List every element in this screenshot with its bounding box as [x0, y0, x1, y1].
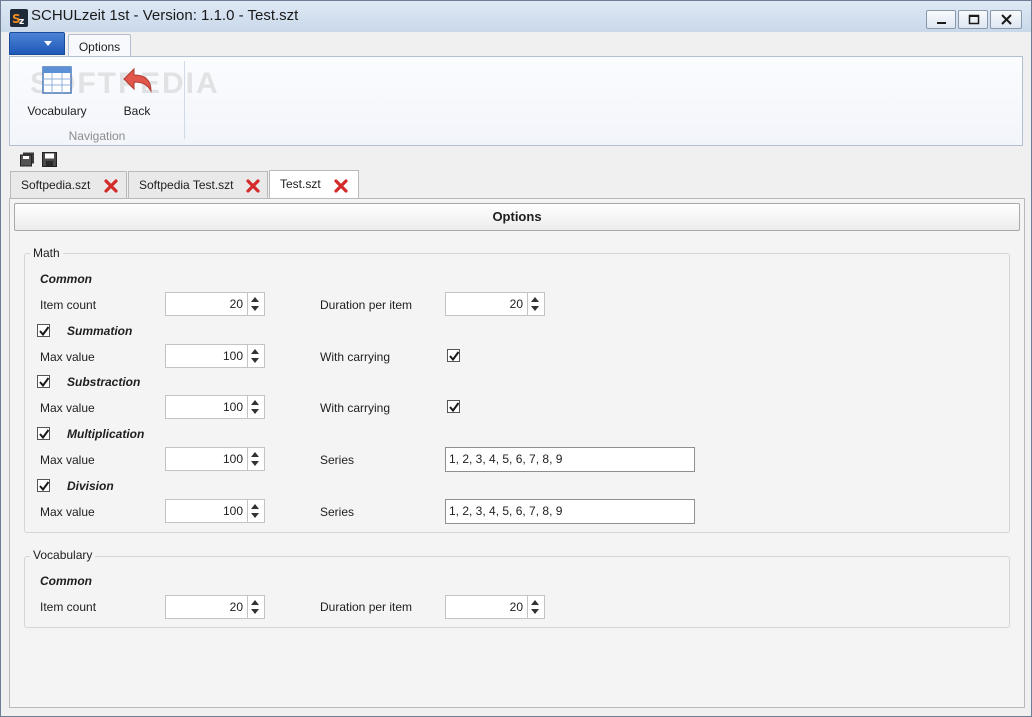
max-value-label: Max value [40, 350, 95, 364]
max-value-label: Max value [40, 401, 95, 415]
spin-down-icon[interactable] [251, 513, 259, 518]
save-all-icon[interactable] [20, 152, 35, 167]
multiplication-series-input[interactable]: 1, 2, 3, 4, 5, 6, 7, 8, 9 [445, 447, 695, 472]
spin-down-icon[interactable] [251, 461, 259, 466]
table-icon [42, 66, 72, 94]
back-button[interactable]: Back [106, 63, 168, 119]
doc-tab-label: Softpedia.szt [21, 178, 91, 192]
options-header[interactable]: Options [14, 203, 1020, 231]
doc-tab-softpedia[interactable]: Softpedia.szt [10, 171, 127, 199]
group-separator [184, 61, 185, 139]
checkmark-icon [39, 377, 50, 388]
with-carrying-label: With carrying [320, 350, 391, 364]
close-tab-icon[interactable] [103, 178, 119, 194]
math-common-title: Common [40, 272, 92, 286]
spin-down-icon[interactable] [531, 306, 539, 311]
division-title: Division [67, 479, 114, 493]
doc-tab-label: Test.szt [280, 177, 321, 191]
checkmark-icon [39, 326, 50, 337]
minimize-button[interactable] [926, 10, 956, 29]
math-duration-spinner[interactable]: 20 [445, 292, 545, 316]
spin-up-icon[interactable] [251, 297, 259, 302]
vocabulary-button[interactable]: Vocabulary [24, 63, 90, 119]
svg-text:z: z [19, 17, 24, 27]
sz-logo-icon: S z [10, 9, 28, 27]
vocabulary-item-count-spinner[interactable]: 20 [165, 595, 265, 619]
save-icon[interactable] [42, 152, 57, 167]
close-tab-icon[interactable] [245, 178, 261, 194]
vocabulary-duration-spinner[interactable]: 20 [445, 595, 545, 619]
spin-down-icon[interactable] [251, 306, 259, 311]
spin-down-icon[interactable] [251, 609, 259, 614]
multiplication-title: Multiplication [67, 427, 145, 441]
dropdown-arrow-icon [44, 41, 52, 46]
doc-tab-label: Softpedia Test.szt [139, 178, 234, 192]
duration-label: Duration per item [320, 298, 413, 312]
max-value-label: Max value [40, 453, 95, 467]
maximize-icon [968, 14, 980, 25]
spin-up-icon[interactable] [251, 400, 259, 405]
substraction-max-spinner[interactable]: 100 [165, 395, 265, 419]
title-bar: S z SCHULzeit 1st - Version: 1.1.0 - Tes… [1, 1, 1031, 32]
back-button-label: Back [123, 104, 151, 118]
vocabulary-button-label: Vocabulary [27, 104, 87, 118]
undo-arrow-icon [123, 67, 152, 93]
vocabulary-common-title: Common [40, 574, 92, 588]
series-label: Series [320, 505, 355, 519]
window-title: SCHULzeit 1st - Version: 1.1.0 - Test.sz… [31, 7, 299, 24]
doc-tab-test[interactable]: Test.szt [269, 170, 359, 200]
substraction-carry-checkbox[interactable] [447, 400, 460, 413]
series-label: Series [320, 453, 355, 467]
math-item-count-spinner[interactable]: 20 [165, 292, 265, 316]
app-window: S z SCHULzeit 1st - Version: 1.1.0 - Tes… [0, 0, 1032, 717]
spin-up-icon[interactable] [251, 600, 259, 605]
close-tab-icon[interactable] [333, 178, 349, 194]
item-count-label: Item count [40, 298, 97, 312]
division-max-spinner[interactable]: 100 [165, 499, 265, 523]
minimize-icon [937, 22, 946, 24]
substraction-title: Substraction [67, 375, 141, 389]
checkmark-icon [449, 402, 460, 413]
max-value-label: Max value [40, 505, 95, 519]
math-section-label: Math [30, 246, 63, 260]
with-carrying-label: With carrying [320, 401, 391, 415]
item-count-label: Item count [40, 600, 97, 614]
summation-title: Summation [67, 324, 133, 338]
application-menu-button[interactable] [9, 32, 65, 55]
division-checkbox[interactable] [37, 479, 50, 492]
checkmark-icon [449, 351, 460, 362]
multiplication-max-spinner[interactable]: 100 [165, 447, 265, 471]
spin-down-icon[interactable] [251, 358, 259, 363]
checkmark-icon [39, 429, 50, 440]
spin-up-icon[interactable] [251, 504, 259, 509]
spin-up-icon[interactable] [251, 349, 259, 354]
ribbon-panel: SOFTPEDIA Vocabulary Back Navigation [9, 56, 1023, 146]
duration-label: Duration per item [320, 600, 413, 614]
maximize-button[interactable] [958, 10, 988, 29]
summation-checkbox[interactable] [37, 324, 50, 337]
summation-max-spinner[interactable]: 100 [165, 344, 265, 368]
close-icon [1001, 14, 1012, 25]
doc-tab-softpedia-test[interactable]: Softpedia Test.szt [128, 171, 268, 199]
navigation-group-label: Navigation [68, 129, 126, 143]
division-series-input[interactable]: 1, 2, 3, 4, 5, 6, 7, 8, 9 [445, 499, 695, 524]
spin-up-icon[interactable] [531, 600, 539, 605]
tab-options[interactable]: Options [68, 34, 131, 57]
substraction-checkbox[interactable] [37, 375, 50, 388]
multiplication-checkbox[interactable] [37, 427, 50, 440]
checkmark-icon [39, 481, 50, 492]
spin-up-icon[interactable] [531, 297, 539, 302]
spin-down-icon[interactable] [251, 409, 259, 414]
vocabulary-section-label: Vocabulary [30, 548, 96, 562]
summation-carry-checkbox[interactable] [447, 349, 460, 362]
options-panel: Options Math Common Item count 20 Durati… [9, 198, 1025, 708]
spin-down-icon[interactable] [531, 609, 539, 614]
spin-up-icon[interactable] [251, 452, 259, 457]
close-button[interactable] [990, 10, 1022, 29]
